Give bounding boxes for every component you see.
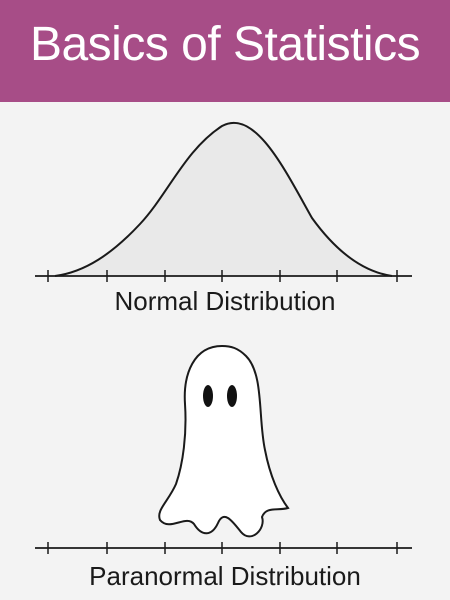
normal-distribution-caption: Normal Distribution <box>114 286 336 316</box>
ghost-right-eye <box>227 385 237 407</box>
page-title: Basics of Statistics <box>29 18 421 71</box>
normal-curve-fill <box>55 122 392 276</box>
paranormal-distribution-caption: Paranormal Distribution <box>89 561 361 591</box>
ghost-left-eye <box>203 385 213 407</box>
paranormal-distribution-panel <box>0 340 450 560</box>
title-banner: Basics of Statistics <box>0 0 450 102</box>
ghost-icon <box>158 344 290 538</box>
paranormal-distribution-graphic <box>35 344 412 554</box>
ghost-body <box>158 344 290 538</box>
